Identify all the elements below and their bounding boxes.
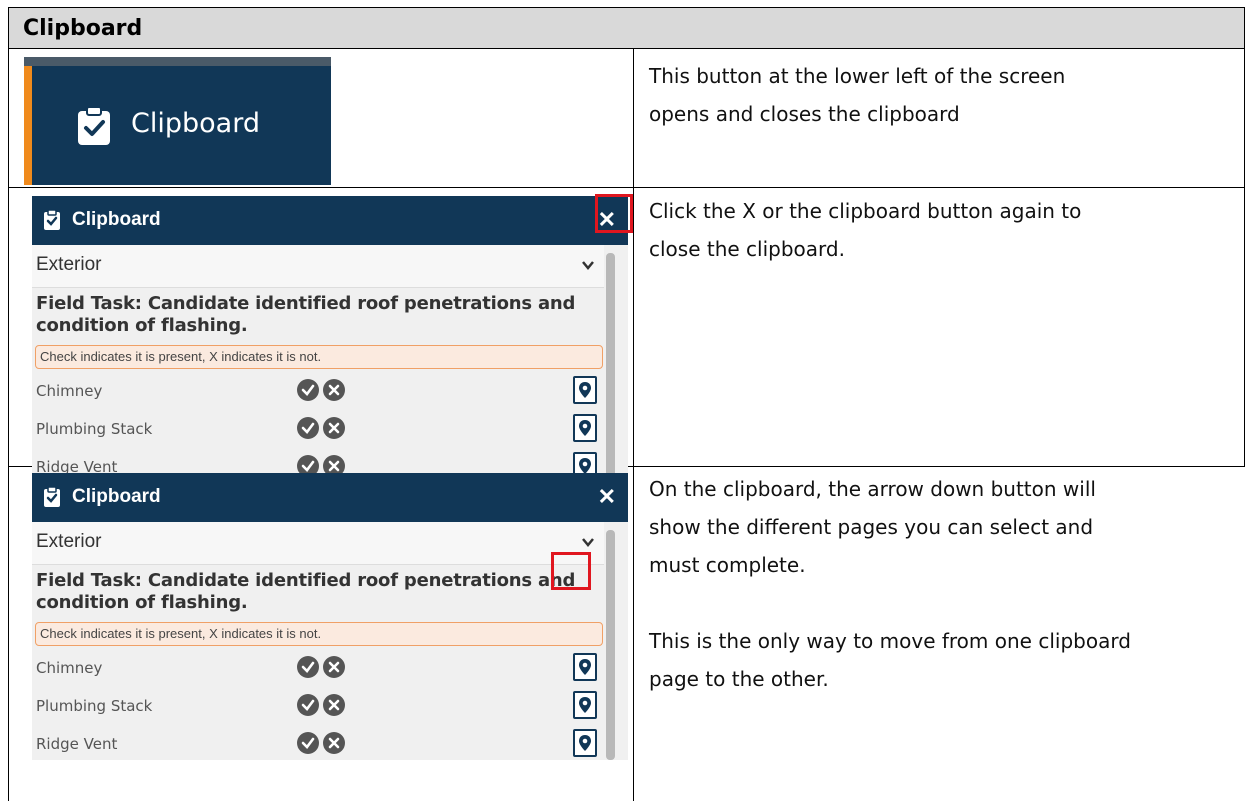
row2-description: Click the X or the clipboard button agai…: [649, 192, 1237, 268]
panel-header: Clipboard ✕: [32, 473, 628, 522]
map-pin-icon[interactable]: [573, 653, 597, 681]
item-name: Ridge Vent: [36, 735, 118, 753]
list-item: Plumbing Stack: [32, 688, 604, 724]
x-circle-icon[interactable]: [323, 732, 345, 754]
x-circle-icon[interactable]: [323, 417, 345, 439]
page-select-value: Exterior: [36, 531, 102, 552]
check-circle-icon[interactable]: [297, 732, 319, 754]
table-header: Clipboard: [9, 8, 1244, 48]
check-circle-icon[interactable]: [297, 656, 319, 678]
description-line: must complete.: [649, 553, 806, 577]
document-table: Clipboard Clipboard This button at the l…: [8, 7, 1245, 801]
clipboard-check-icon: [44, 486, 60, 507]
clipboard-check-icon: [78, 106, 110, 145]
clipboard-button-screenshot: Clipboard: [24, 57, 331, 185]
scrollbar[interactable]: [606, 530, 615, 760]
x-circle-icon[interactable]: [323, 694, 345, 716]
page-select[interactable]: Exterior: [32, 245, 604, 288]
check-circle-icon[interactable]: [297, 694, 319, 716]
clipboard-button-label: Clipboard: [131, 108, 260, 139]
map-pin-icon[interactable]: [573, 414, 597, 442]
field-task-text: Field Task: Candidate identified roof pe…: [36, 570, 576, 613]
description-line: This is the only way to move from one cl…: [649, 629, 1131, 653]
map-pin-icon[interactable]: [573, 729, 597, 757]
description-line: page to the other.: [649, 667, 829, 691]
description-line: opens and closes the clipboard: [649, 102, 960, 126]
instruction-note: Check indicates it is present, X indicat…: [35, 345, 603, 369]
description-line: This button at the lower left of the scr…: [649, 64, 1066, 88]
item-name: Plumbing Stack: [36, 420, 153, 438]
clipboard-panel-screenshot-2: Clipboard ✕ Exterior Field Task: Candida…: [32, 473, 628, 760]
scrollbar[interactable]: [606, 253, 615, 483]
list-item: Chimney: [32, 373, 604, 409]
active-indicator: [24, 66, 32, 185]
x-circle-icon[interactable]: [323, 656, 345, 678]
panel-title: Clipboard: [72, 209, 161, 230]
map-pin-icon[interactable]: [573, 376, 597, 404]
page-select-value: Exterior: [36, 254, 102, 275]
description-line: On the clipboard, the arrow down button …: [649, 477, 1096, 501]
chevron-down-icon[interactable]: [580, 534, 596, 550]
page-select[interactable]: Exterior: [32, 522, 604, 565]
check-circle-icon[interactable]: [297, 417, 319, 439]
panel-title: Clipboard: [72, 486, 161, 507]
field-task-text: Field Task: Candidate identified roof pe…: [36, 293, 576, 336]
clipboard-panel-screenshot-1: Clipboard ✕ Exterior Field Task: Candida…: [32, 196, 628, 483]
map-pin-icon[interactable]: [573, 691, 597, 719]
close-icon[interactable]: ✕: [598, 484, 616, 510]
row1-description: This button at the lower left of the scr…: [649, 57, 1237, 133]
chevron-down-icon[interactable]: [580, 257, 596, 273]
list-item: Plumbing Stack: [32, 411, 604, 447]
clipboard-check-icon: [44, 209, 60, 230]
row3-description: On the clipboard, the arrow down button …: [649, 470, 1237, 698]
description-line: Click the X or the clipboard button agai…: [649, 199, 1082, 223]
chevron-highlight: [551, 552, 591, 590]
item-name: Plumbing Stack: [36, 697, 153, 715]
description-line: close the clipboard.: [649, 237, 845, 261]
panel-header: Clipboard ✕: [32, 196, 628, 245]
list-item: Ridge Vent: [32, 726, 604, 760]
item-name: Chimney: [36, 382, 103, 400]
description-line: show the different pages you can select …: [649, 515, 1094, 539]
item-name: Chimney: [36, 659, 103, 677]
check-circle-icon[interactable]: [297, 379, 319, 401]
list-item: Chimney: [32, 650, 604, 686]
close-highlight: [595, 194, 633, 233]
x-circle-icon[interactable]: [323, 379, 345, 401]
table-title: Clipboard: [23, 16, 143, 41]
instruction-note: Check indicates it is present, X indicat…: [35, 622, 603, 646]
